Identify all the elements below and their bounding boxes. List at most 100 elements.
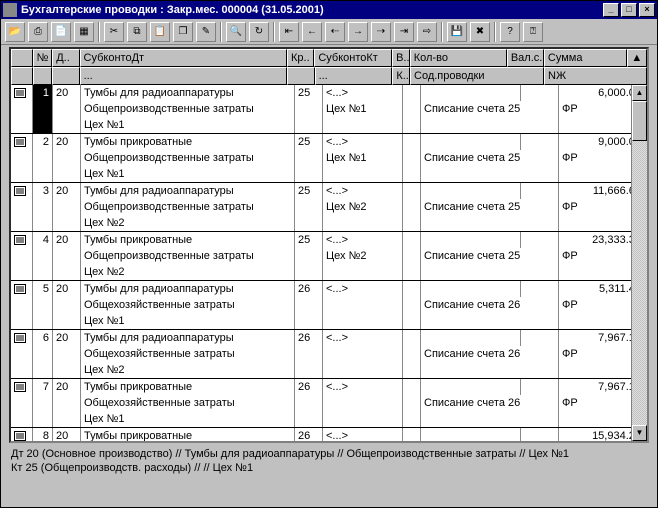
header-n[interactable]: № (33, 49, 53, 67)
row-val (521, 281, 559, 297)
table-row[interactable]: 120Тумбы для радиоаппаратуры25<...>6,000… (11, 85, 647, 134)
row-val (521, 232, 559, 248)
row-skt-2: Цех №2 (323, 248, 403, 264)
header-mark[interactable] (11, 49, 33, 67)
scroll-down-button[interactable]: ▼ (632, 425, 647, 441)
toolbar-step-b-icon[interactable]: ⇠ (325, 22, 345, 42)
row-kol (421, 281, 521, 297)
header-scroll-up[interactable]: ▲ (627, 49, 647, 67)
row-skt-3 (323, 215, 403, 231)
minimize-button[interactable]: _ (603, 3, 619, 17)
row-val (521, 183, 559, 199)
toolbar-refresh-icon[interactable]: ↻ (249, 22, 269, 42)
header-v[interactable]: В.. (392, 49, 410, 67)
header-d-2[interactable] (52, 67, 79, 85)
row-v (403, 281, 421, 297)
row-skt-2 (323, 395, 403, 411)
row-skt-2: Цех №2 (323, 199, 403, 215)
toolbar-layers-icon[interactable]: ❐ (173, 22, 193, 42)
toolbar-context-help-icon[interactable]: ⍰ (523, 22, 543, 42)
row-mark-icon (11, 183, 33, 199)
toolbar-doc-icon[interactable]: 📄 (51, 22, 71, 42)
close-button[interactable]: × (639, 3, 655, 17)
grid-body[interactable]: 120Тумбы для радиоаппаратуры25<...>6,000… (11, 85, 647, 441)
row-subkonto-dt: Тумбы прикроватные (81, 379, 295, 395)
header-mark-2[interactable] (11, 67, 33, 85)
row-number: 7 (33, 379, 53, 395)
table-row[interactable]: 820Тумбы прикроватные26<...>15,934.29Общ… (11, 428, 647, 441)
header-nz[interactable]: NЖ (544, 67, 647, 85)
header-subkonto-kt[interactable]: СубконтоКт (314, 49, 392, 67)
header-soderj[interactable]: Сод.проводки (410, 67, 544, 85)
row-kol (421, 379, 521, 395)
row-sdt-2: Общепроизводственные затраты (81, 101, 295, 117)
toolbar-help-icon[interactable]: ? (500, 22, 520, 42)
row-desc: Списание счета 25 (421, 199, 559, 215)
row-skt-3 (323, 411, 403, 427)
toolbar: 📂⎙📄▦ ✂⧉📋❐✎ 🔍↻ ⇤←⇠→⇢⇥⇨ 💾✖?⍰ (1, 19, 657, 45)
row-sdt-3: Цех №2 (81, 362, 295, 378)
maximize-button[interactable]: □ (621, 3, 637, 17)
toolbar-copy-icon[interactable]: ⧉ (127, 22, 147, 42)
row-v (403, 379, 421, 395)
header-kr-2[interactable] (287, 67, 314, 85)
app-icon (3, 3, 17, 17)
row-debit: 20 (53, 134, 81, 150)
toolbar-goto-icon[interactable]: ⇨ (417, 22, 437, 42)
row-subkonto-kt: <...> (323, 183, 403, 199)
scroll-track[interactable] (632, 101, 647, 425)
row-subkonto-kt: <...> (323, 134, 403, 150)
row-sdt-2: Общепроизводственные затраты (81, 248, 295, 264)
row-debit: 20 (53, 85, 81, 101)
table-row[interactable]: 220Тумбы прикроватные25<...>9,000.00Обще… (11, 134, 647, 183)
row-skt-3 (323, 313, 403, 329)
row-subkonto-kt: <...> (323, 85, 403, 101)
row-kol (421, 134, 521, 150)
header-d[interactable]: Д.. (52, 49, 79, 67)
row-subkonto-dt: Тумбы прикроватные (81, 232, 295, 248)
header-subkonto-dt[interactable]: СубконтоДт (80, 49, 287, 67)
toolbar-find-icon[interactable]: 🔍 (226, 22, 246, 42)
toolbar-last-icon[interactable]: ⇥ (394, 22, 414, 42)
toolbar-next-icon[interactable]: → (348, 22, 368, 42)
toolbar-save-icon[interactable]: 💾 (447, 22, 467, 42)
row-mark-icon (11, 134, 33, 150)
row-number: 8 (33, 428, 53, 441)
header-val[interactable]: Вал.с... (507, 49, 544, 67)
header-sdt-2[interactable]: ... (80, 67, 288, 85)
toolbar-step-f-icon[interactable]: ⇢ (371, 22, 391, 42)
table-row[interactable]: 420Тумбы прикроватные25<...>23,333.33Общ… (11, 232, 647, 281)
row-credit: 26 (295, 379, 323, 395)
row-desc: Списание счета 25 (421, 150, 559, 166)
row-sdt-2: Общехозяйственные затраты (81, 297, 295, 313)
vertical-scrollbar[interactable]: ▲ ▼ (631, 85, 647, 441)
header-kr[interactable]: Кр.. (287, 49, 314, 67)
toolbar-first-icon[interactable]: ⇤ (279, 22, 299, 42)
toolbar-print-icon[interactable]: ⎙ (28, 22, 48, 42)
header-n-2[interactable] (33, 67, 53, 85)
row-val (521, 134, 559, 150)
table-row[interactable]: 320Тумбы для радиоаппаратуры25<...>11,66… (11, 183, 647, 232)
table-row[interactable]: 620Тумбы для радиоаппаратуры26<...>7,967… (11, 330, 647, 379)
toolbar-grid-icon[interactable]: ▦ (74, 22, 94, 42)
scroll-thumb[interactable] (632, 101, 647, 141)
toolbar-edit-icon[interactable]: ✎ (196, 22, 216, 42)
row-credit: 26 (295, 428, 323, 441)
row-subkonto-dt: Тумбы для радиоаппаратуры (81, 281, 295, 297)
toolbar-prev-icon[interactable]: ← (302, 22, 322, 42)
row-credit: 25 (295, 134, 323, 150)
toolbar-del-icon[interactable]: ✖ (470, 22, 490, 42)
scroll-up-button[interactable]: ▲ (632, 85, 647, 101)
table-row[interactable]: 720Тумбы прикроватные26<...>7,967.14Обще… (11, 379, 647, 428)
title-bar: Бухгалтерские проводки : Закр.мес. 00000… (1, 1, 657, 19)
row-val (521, 85, 559, 101)
row-mark-icon (11, 85, 33, 101)
header-sum[interactable]: Сумма (544, 49, 628, 67)
header-v-2[interactable]: К.. (392, 67, 410, 85)
header-kolvo[interactable]: Кол-во (410, 49, 507, 67)
toolbar-paste-icon[interactable]: 📋 (150, 22, 170, 42)
table-row[interactable]: 520Тумбы для радиоаппаратуры26<...>5,311… (11, 281, 647, 330)
header-skt-2[interactable]: ... (315, 67, 393, 85)
toolbar-open-icon[interactable]: 📂 (5, 22, 25, 42)
toolbar-cut-icon[interactable]: ✂ (104, 22, 124, 42)
